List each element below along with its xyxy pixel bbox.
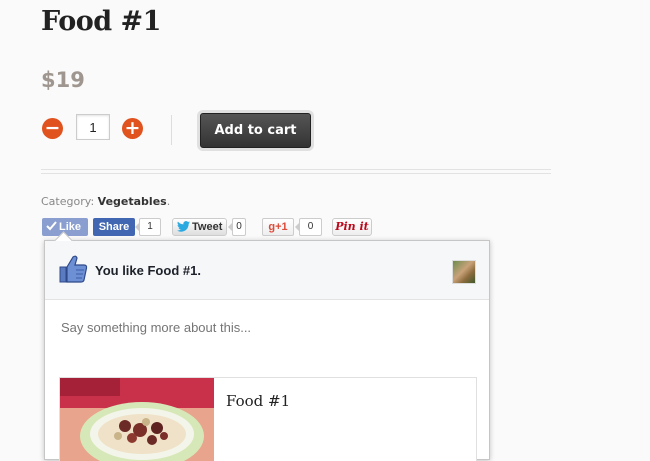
tweet-label: Tweet — [192, 221, 223, 233]
comment-input[interactable] — [61, 317, 471, 337]
pinterest-pin-button[interactable]: Pin it — [332, 218, 372, 236]
category-link-vegetables[interactable]: Vegetables — [98, 195, 167, 208]
tweet-button[interactable]: Tweet — [172, 218, 227, 236]
thumbs-up-icon — [59, 255, 88, 283]
separator-line — [41, 173, 551, 174]
plus-circle-icon: + — [124, 117, 141, 139]
divider — [171, 115, 172, 145]
add-to-cart-button[interactable]: Add to cart — [200, 113, 311, 148]
share-count: 1 — [135, 218, 161, 236]
avatar — [452, 260, 476, 284]
product-title: Food #1 — [41, 6, 161, 37]
facebook-share-button[interactable]: Share — [93, 218, 135, 236]
preview-title: Food #1 — [226, 392, 291, 410]
quantity-input[interactable] — [76, 114, 110, 140]
popup-header: You like Food #1. — [45, 241, 489, 300]
product-meta: Category: Vegetables. — [41, 195, 170, 208]
check-icon — [46, 221, 57, 231]
category-label: Category: — [41, 195, 95, 208]
link-preview-card[interactable]: Food #1 — [59, 377, 477, 461]
popup-title: You like Food #1. — [95, 263, 201, 278]
twitter-bird-icon — [177, 221, 190, 232]
product-price: $19 — [41, 68, 85, 92]
facebook-like-popup: You like Food #1. Food #1 — [44, 240, 490, 461]
minus-circle-icon: − — [44, 117, 61, 139]
quantity-decrease-button[interactable]: − — [42, 118, 63, 139]
category-suffix: . — [166, 195, 171, 208]
quantity-increase-button[interactable]: + — [122, 118, 143, 139]
tweet-count: 0 — [228, 218, 246, 236]
google-plus-one-button[interactable]: g+1 — [262, 218, 294, 236]
separator-line — [41, 169, 551, 170]
google-plus-count: 0 — [295, 218, 322, 236]
